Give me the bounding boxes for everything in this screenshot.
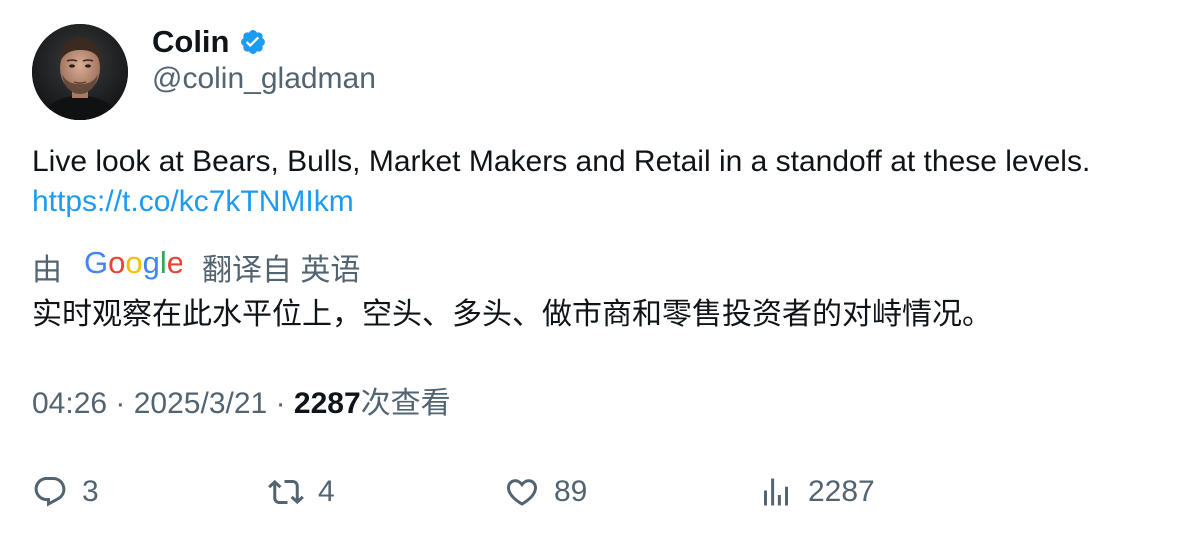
meta-separator: ·: [115, 387, 134, 420]
views-count: 2287: [293, 387, 361, 420]
analytics-count: 2287: [808, 475, 875, 508]
translation-prefix: 由: [32, 254, 62, 287]
views-label: 次查看: [360, 387, 451, 420]
like-count: 89: [554, 475, 588, 508]
google-logo-icon[interactable]: Google: [84, 245, 184, 288]
author-name-row: Colin: [152, 22, 267, 62]
analytics-button[interactable]: 2287: [758, 472, 875, 512]
tweet-link[interactable]: https://t.co/kc7kTNMIkm: [32, 182, 1090, 222]
svg-text:Google: Google: [84, 246, 182, 280]
reply-button[interactable]: 3: [32, 472, 99, 512]
verified-badge-icon[interactable]: [239, 28, 267, 56]
retweet-count: 4: [318, 475, 335, 508]
avatar[interactable]: [32, 24, 128, 120]
translated-text: 实时观察在此水平位上，空头、多头、做市商和零售投资者的对峙情况。: [32, 298, 992, 331]
translation-suffix[interactable]: 翻译自 英语: [202, 245, 360, 289]
analytics-icon: [758, 474, 794, 510]
tweet-text: Live look at Bears, Bulls, Market Makers…: [32, 142, 1090, 222]
tweet-time[interactable]: 04:26: [32, 387, 107, 420]
avatar-image: [32, 24, 128, 120]
tweet-card: Colin @colin_gladman Live look at Bears,…: [0, 0, 1196, 538]
reply-icon: [32, 474, 68, 510]
author-handle[interactable]: @colin_gladman: [152, 62, 376, 96]
retweet-button[interactable]: 4: [268, 472, 335, 512]
translation-attribution: 由 Google 翻译自 英语: [32, 245, 360, 289]
reply-count: 3: [82, 475, 99, 508]
google-logo-svg: Google: [84, 245, 184, 280]
author-display-name[interactable]: Colin: [152, 24, 230, 60]
tweet-meta: 04:26 · 2025/3/21 · 2287次查看: [32, 384, 451, 424]
tweet-date[interactable]: 2025/3/21: [134, 387, 267, 420]
retweet-icon: [268, 474, 304, 510]
tweet-body-text: Live look at Bears, Bulls, Market Makers…: [32, 145, 1091, 178]
like-button[interactable]: 89: [504, 472, 587, 512]
meta-separator: ·: [275, 387, 294, 420]
heart-icon: [504, 474, 540, 510]
